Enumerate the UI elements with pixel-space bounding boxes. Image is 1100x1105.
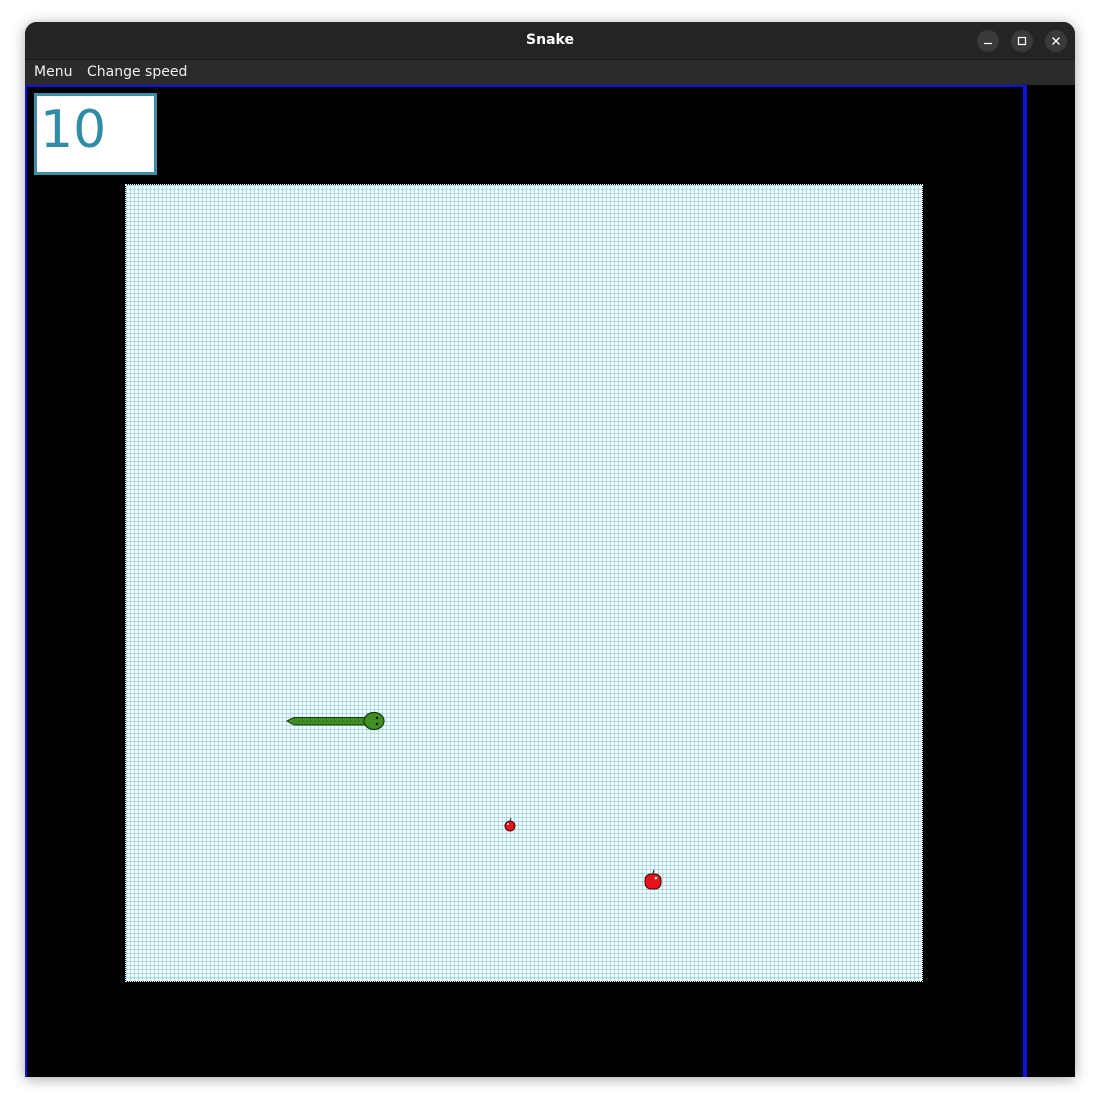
canvas-border-left bbox=[25, 85, 27, 1077]
apple-icon bbox=[504, 817, 516, 832]
board-layer bbox=[285, 711, 662, 890]
menu-item-change-speed[interactable]: Change speed bbox=[87, 60, 187, 85]
title-bar[interactable]: Snake bbox=[25, 22, 1075, 60]
maximize-button[interactable] bbox=[1011, 30, 1033, 52]
close-button[interactable] bbox=[1045, 30, 1067, 52]
canvas-border-right bbox=[1023, 85, 1027, 1077]
canvas-border-top bbox=[25, 85, 1026, 87]
apple-large-fruit bbox=[644, 873, 662, 890]
apple-large-shine bbox=[654, 876, 658, 880]
score-box: 10 bbox=[34, 93, 157, 175]
game-window: Snake Menu Change speed 10 bbox=[25, 22, 1075, 1077]
game-board bbox=[125, 184, 923, 982]
snake-icon bbox=[285, 711, 385, 731]
game-canvas[interactable]: 10 bbox=[25, 85, 1075, 1077]
apple-small-shine bbox=[507, 823, 509, 825]
apple-small-stem bbox=[509, 817, 512, 822]
snake-head bbox=[363, 711, 385, 731]
minimize-button[interactable] bbox=[977, 30, 999, 52]
snake-eye bbox=[375, 716, 379, 720]
apple-large-stem bbox=[652, 869, 655, 875]
window-title: Snake bbox=[526, 32, 574, 48]
close-icon bbox=[1052, 37, 1060, 45]
snake-eye bbox=[375, 722, 379, 726]
maximize-icon bbox=[1017, 36, 1027, 46]
menu-bar: Menu Change speed bbox=[25, 60, 1075, 85]
menu-item-menu[interactable]: Menu bbox=[34, 60, 72, 85]
apple-small-fruit bbox=[504, 820, 516, 832]
minimize-icon bbox=[984, 42, 992, 45]
apple-icon bbox=[644, 869, 662, 890]
score-value: 10 bbox=[40, 100, 107, 160]
